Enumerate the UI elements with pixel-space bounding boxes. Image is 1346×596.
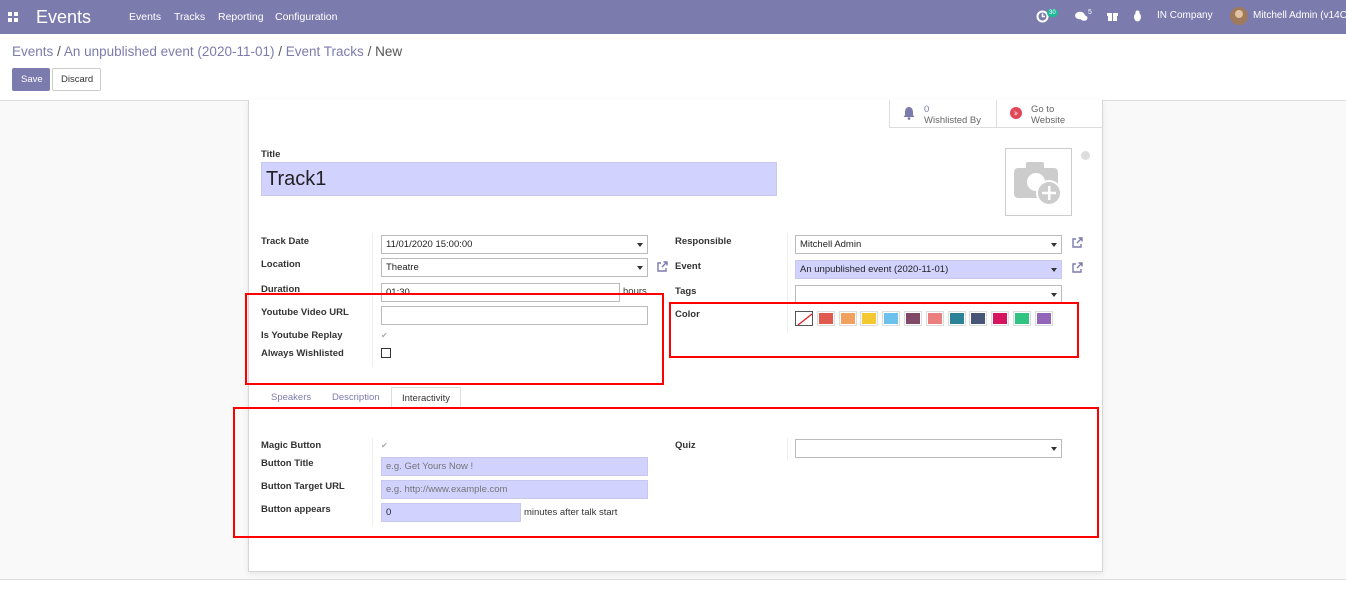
menu-events[interactable]: Events [129, 11, 161, 23]
chevron-down-icon [1051, 293, 1057, 297]
discard-button[interactable]: Discard [52, 68, 101, 91]
gift-icon[interactable] [1107, 11, 1118, 22]
breadcrumb-item-event[interactable]: An unpublished event (2020-11-01) [64, 44, 275, 59]
track-date-field[interactable]: 11/01/2020 15:00:00 [381, 235, 648, 254]
app-brand[interactable]: Events [36, 7, 91, 28]
track-image-upload[interactable] [1005, 148, 1072, 216]
globe-icon [1010, 107, 1022, 119]
highlight-box-interactivity [233, 407, 1099, 538]
menu-reporting[interactable]: Reporting [218, 11, 264, 23]
user-avatar[interactable] [1230, 7, 1248, 25]
camera-add-icon [1014, 162, 1062, 206]
company-switcher[interactable]: IN Company [1157, 10, 1213, 21]
title-input[interactable]: Track1 [261, 162, 777, 196]
activity-count-badge: 30 [1047, 9, 1058, 17]
bug-debug-icon[interactable] [1132, 10, 1143, 22]
bell-icon [903, 107, 915, 120]
chevron-down-icon [1051, 268, 1057, 272]
responsible-field[interactable]: Mitchell Admin [795, 235, 1062, 254]
menu-tracks[interactable]: Tracks [174, 11, 205, 23]
tab-description[interactable]: Description [322, 387, 390, 408]
chevron-down-icon [637, 243, 643, 247]
breadcrumb-item-events[interactable]: Events [12, 44, 53, 59]
chevron-down-icon [637, 266, 643, 270]
highlight-box-color [669, 302, 1079, 358]
external-link-icon[interactable] [1071, 237, 1083, 249]
breadcrumb-current: New [375, 44, 403, 59]
wishlisted-by-button[interactable]: 0 Wishlisted By [889, 100, 996, 128]
location-label: Location [261, 259, 301, 270]
highlight-box-youtube [245, 293, 664, 385]
user-menu[interactable]: Mitchell Admin (v14C [1253, 10, 1346, 21]
top-navbar: Events Events Tracks Reporting Configura… [0, 0, 1346, 34]
status-indicator[interactable] [1081, 151, 1090, 160]
breadcrumb-item-tracks[interactable]: Event Tracks [286, 44, 364, 59]
event-field[interactable]: An unpublished event (2020-11-01) [795, 260, 1062, 279]
external-link-icon[interactable] [656, 261, 668, 273]
tab-interactivity[interactable]: Interactivity [391, 387, 462, 408]
responsible-label: Responsible [675, 236, 732, 247]
title-label: Title [261, 149, 281, 160]
chevron-down-icon [1051, 243, 1057, 247]
external-link-icon[interactable] [1071, 262, 1083, 274]
messages-chat-icon[interactable] [1075, 11, 1088, 22]
location-field[interactable]: Theatre [381, 258, 648, 277]
event-label: Event [675, 261, 701, 272]
save-button[interactable]: Save [12, 68, 50, 91]
menu-configuration[interactable]: Configuration [275, 11, 337, 23]
tab-speakers[interactable]: Speakers [261, 387, 321, 408]
track-date-label: Track Date [261, 236, 310, 247]
tags-label: Tags [675, 286, 697, 297]
go-to-website-button[interactable]: Go to Website [996, 100, 1103, 128]
breadcrumb: Events / An unpublished event (2020-11-0… [12, 44, 403, 59]
apps-grid-icon[interactable] [8, 12, 18, 22]
messages-count: 5 [1088, 9, 1092, 16]
